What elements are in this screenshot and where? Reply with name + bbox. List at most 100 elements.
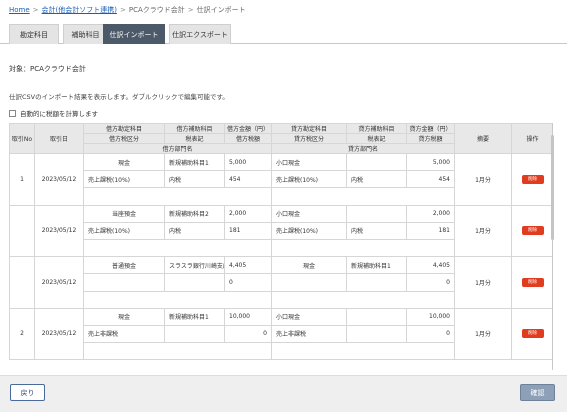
credit-tax-note-cell[interactable]: 内税: [346, 221, 407, 240]
credit-tax-cell[interactable]: 181: [406, 221, 455, 240]
credit-sub-cell[interactable]: [346, 307, 407, 326]
entry-date[interactable]: 2023/05/12: [34, 153, 84, 206]
debit-account-cell[interactable]: 現金: [83, 307, 165, 326]
debit-tax-note-cell[interactable]: 内税: [164, 221, 225, 240]
entry-date[interactable]: 2023/05/12: [34, 256, 84, 309]
debit-account-cell[interactable]: 当座預金: [83, 204, 165, 223]
header-credit-account: 貸方勘定科目: [271, 123, 347, 134]
journal-entry-row[interactable]: 2023/05/12 普通預金 スラスラ銀行川崎支店 4,405 現金 新規補助…: [9, 256, 552, 309]
debit-sub-cell[interactable]: 新規補助科目1: [164, 152, 225, 172]
debit-tax-cell[interactable]: 454: [224, 170, 272, 189]
debit-tax-class-cell[interactable]: 売上課税(10%): [83, 170, 165, 189]
journal-table-container[interactable]: 取引No 取引日 借方勘定科目 借方補助科目 借方金額（円） 貸方勘定科目 貸方…: [9, 123, 553, 370]
tab-account-items[interactable]: 勘定科目: [9, 24, 59, 44]
header-no: 取引No: [9, 123, 35, 154]
tab-bar: 勘定科目 補助科目 仕訳インポート 仕訳エクスポート: [0, 24, 567, 44]
credit-tax-cell[interactable]: 0: [406, 273, 455, 292]
credit-tax-class-cell[interactable]: 売上課税(10%): [271, 221, 347, 240]
debit-dept-cell[interactable]: [83, 238, 272, 258]
journal-entry-row[interactable]: 1 2023/05/12 現金 新規補助科目1 5,000 小口現金 5,000…: [9, 152, 552, 206]
debit-tax-note-cell[interactable]: [164, 273, 225, 292]
credit-amount-cell[interactable]: 4,405: [406, 256, 455, 275]
delete-button[interactable]: 削除: [521, 329, 544, 339]
auto-tax-checkbox[interactable]: [9, 109, 16, 117]
debit-tax-class-cell[interactable]: [83, 273, 165, 292]
debit-dept-cell[interactable]: [83, 187, 272, 206]
debit-amount-cell[interactable]: 4,405: [224, 256, 272, 275]
debit-amount-cell[interactable]: 10,000: [224, 307, 272, 326]
summary-cell[interactable]: 1月分: [454, 204, 512, 258]
action-cell: 削除: [511, 307, 552, 361]
journal-table: 取引No 取引日 借方勘定科目 借方補助科目 借方金額（円） 貸方勘定科目 貸方…: [9, 123, 552, 361]
debit-account-cell[interactable]: 普通預金: [83, 256, 165, 275]
debit-tax-class-cell[interactable]: 売上課税(10%): [83, 221, 165, 240]
credit-dept-cell[interactable]: [271, 290, 455, 309]
entry-no: 2: [9, 307, 35, 361]
debit-sub-cell[interactable]: 新規補助科目1: [164, 307, 225, 326]
journal-entry-row[interactable]: 2 2023/05/12 現金 新規補助科目1 10,000 小口現金 10,0…: [9, 307, 552, 361]
credit-dept-cell[interactable]: [271, 187, 455, 206]
summary-cell[interactable]: 1月分: [454, 153, 512, 206]
header-date: 取引日: [34, 123, 84, 154]
debit-amount-cell[interactable]: 2,000: [224, 204, 272, 223]
debit-amount-cell[interactable]: 5,000: [224, 152, 272, 172]
journal-entry-row[interactable]: 2023/05/12 当座預金 新規補助科目2 2,000 小口現金 2,000…: [9, 204, 552, 258]
debit-tax-cell[interactable]: 0: [224, 273, 272, 292]
credit-tax-class-cell[interactable]: 売上非課税: [271, 324, 347, 344]
breadcrumb-separator: >: [187, 6, 194, 14]
debit-dept-cell[interactable]: [83, 290, 272, 309]
credit-amount-cell[interactable]: 2,000: [406, 204, 455, 223]
credit-account-cell[interactable]: 小口現金: [271, 204, 347, 223]
credit-sub-cell[interactable]: [346, 204, 407, 223]
tab-journal-import[interactable]: 仕訳インポート: [103, 24, 165, 44]
breadcrumb-current-item: 仕訳インポート: [196, 6, 246, 14]
debit-tax-note-cell[interactable]: 内税: [164, 170, 225, 189]
breadcrumb-separator: >: [32, 6, 39, 14]
delete-button[interactable]: 削除: [521, 174, 544, 184]
entry-date[interactable]: 2023/05/12: [34, 204, 84, 258]
debit-dept-cell[interactable]: [83, 342, 272, 361]
table-scrollbar[interactable]: [551, 135, 554, 240]
header-debit-dept: 借方部門名: [83, 143, 272, 154]
credit-tax-note-cell[interactable]: [346, 324, 407, 344]
breadcrumb-home-link[interactable]: Home: [9, 6, 30, 14]
debit-account-cell[interactable]: 現金: [83, 152, 165, 172]
credit-sub-cell[interactable]: [346, 152, 407, 172]
credit-tax-note-cell[interactable]: 内税: [346, 170, 407, 189]
credit-tax-class-cell[interactable]: [271, 273, 347, 292]
back-button[interactable]: 戻り: [10, 384, 45, 401]
summary-cell[interactable]: 1月分: [454, 307, 512, 361]
entry-no: 1: [9, 153, 35, 206]
debit-tax-class-cell[interactable]: 売上非課税: [83, 324, 165, 344]
breadcrumb-accounting-link[interactable]: 会計(他会計ソフト連携): [42, 6, 117, 14]
tab-sub-accounts[interactable]: 補助科目: [63, 24, 108, 44]
credit-tax-cell[interactable]: 454: [406, 170, 455, 189]
delete-button[interactable]: 削除: [521, 277, 544, 287]
debit-tax-note-cell[interactable]: [164, 324, 225, 344]
credit-account-cell[interactable]: 小口現金: [271, 152, 347, 172]
credit-amount-cell[interactable]: 10,000: [406, 307, 455, 326]
header-credit-tax: 貸方税額: [406, 133, 455, 144]
credit-account-cell[interactable]: 現金: [271, 256, 347, 275]
credit-tax-cell[interactable]: 0: [406, 324, 455, 344]
header-debit-tax-note: 税表記: [164, 133, 225, 144]
tab-journal-export[interactable]: 仕訳エクスポート: [169, 24, 231, 44]
credit-sub-cell[interactable]: 新規補助科目1: [346, 256, 407, 275]
debit-sub-cell[interactable]: スラスラ銀行川崎支店: [164, 256, 225, 275]
credit-tax-note-cell[interactable]: [346, 273, 407, 292]
summary-cell[interactable]: 1月分: [454, 256, 512, 309]
entry-no: [9, 204, 35, 258]
delete-button[interactable]: 削除: [521, 226, 544, 236]
credit-dept-cell[interactable]: [271, 342, 455, 361]
credit-dept-cell[interactable]: [271, 238, 455, 258]
confirm-button[interactable]: 確認: [520, 384, 555, 401]
action-cell: 削除: [511, 256, 552, 309]
credit-account-cell[interactable]: 小口現金: [271, 307, 347, 326]
debit-sub-cell[interactable]: 新規補助科目2: [164, 204, 225, 223]
credit-tax-class-cell[interactable]: 売上課税(10%): [271, 170, 347, 189]
entry-date[interactable]: 2023/05/12: [34, 307, 84, 361]
debit-tax-cell[interactable]: 0: [224, 324, 272, 344]
debit-tax-cell[interactable]: 181: [224, 221, 272, 240]
credit-amount-cell[interactable]: 5,000: [406, 152, 455, 172]
auto-tax-option: 自動的に税額を計算します: [9, 108, 98, 118]
